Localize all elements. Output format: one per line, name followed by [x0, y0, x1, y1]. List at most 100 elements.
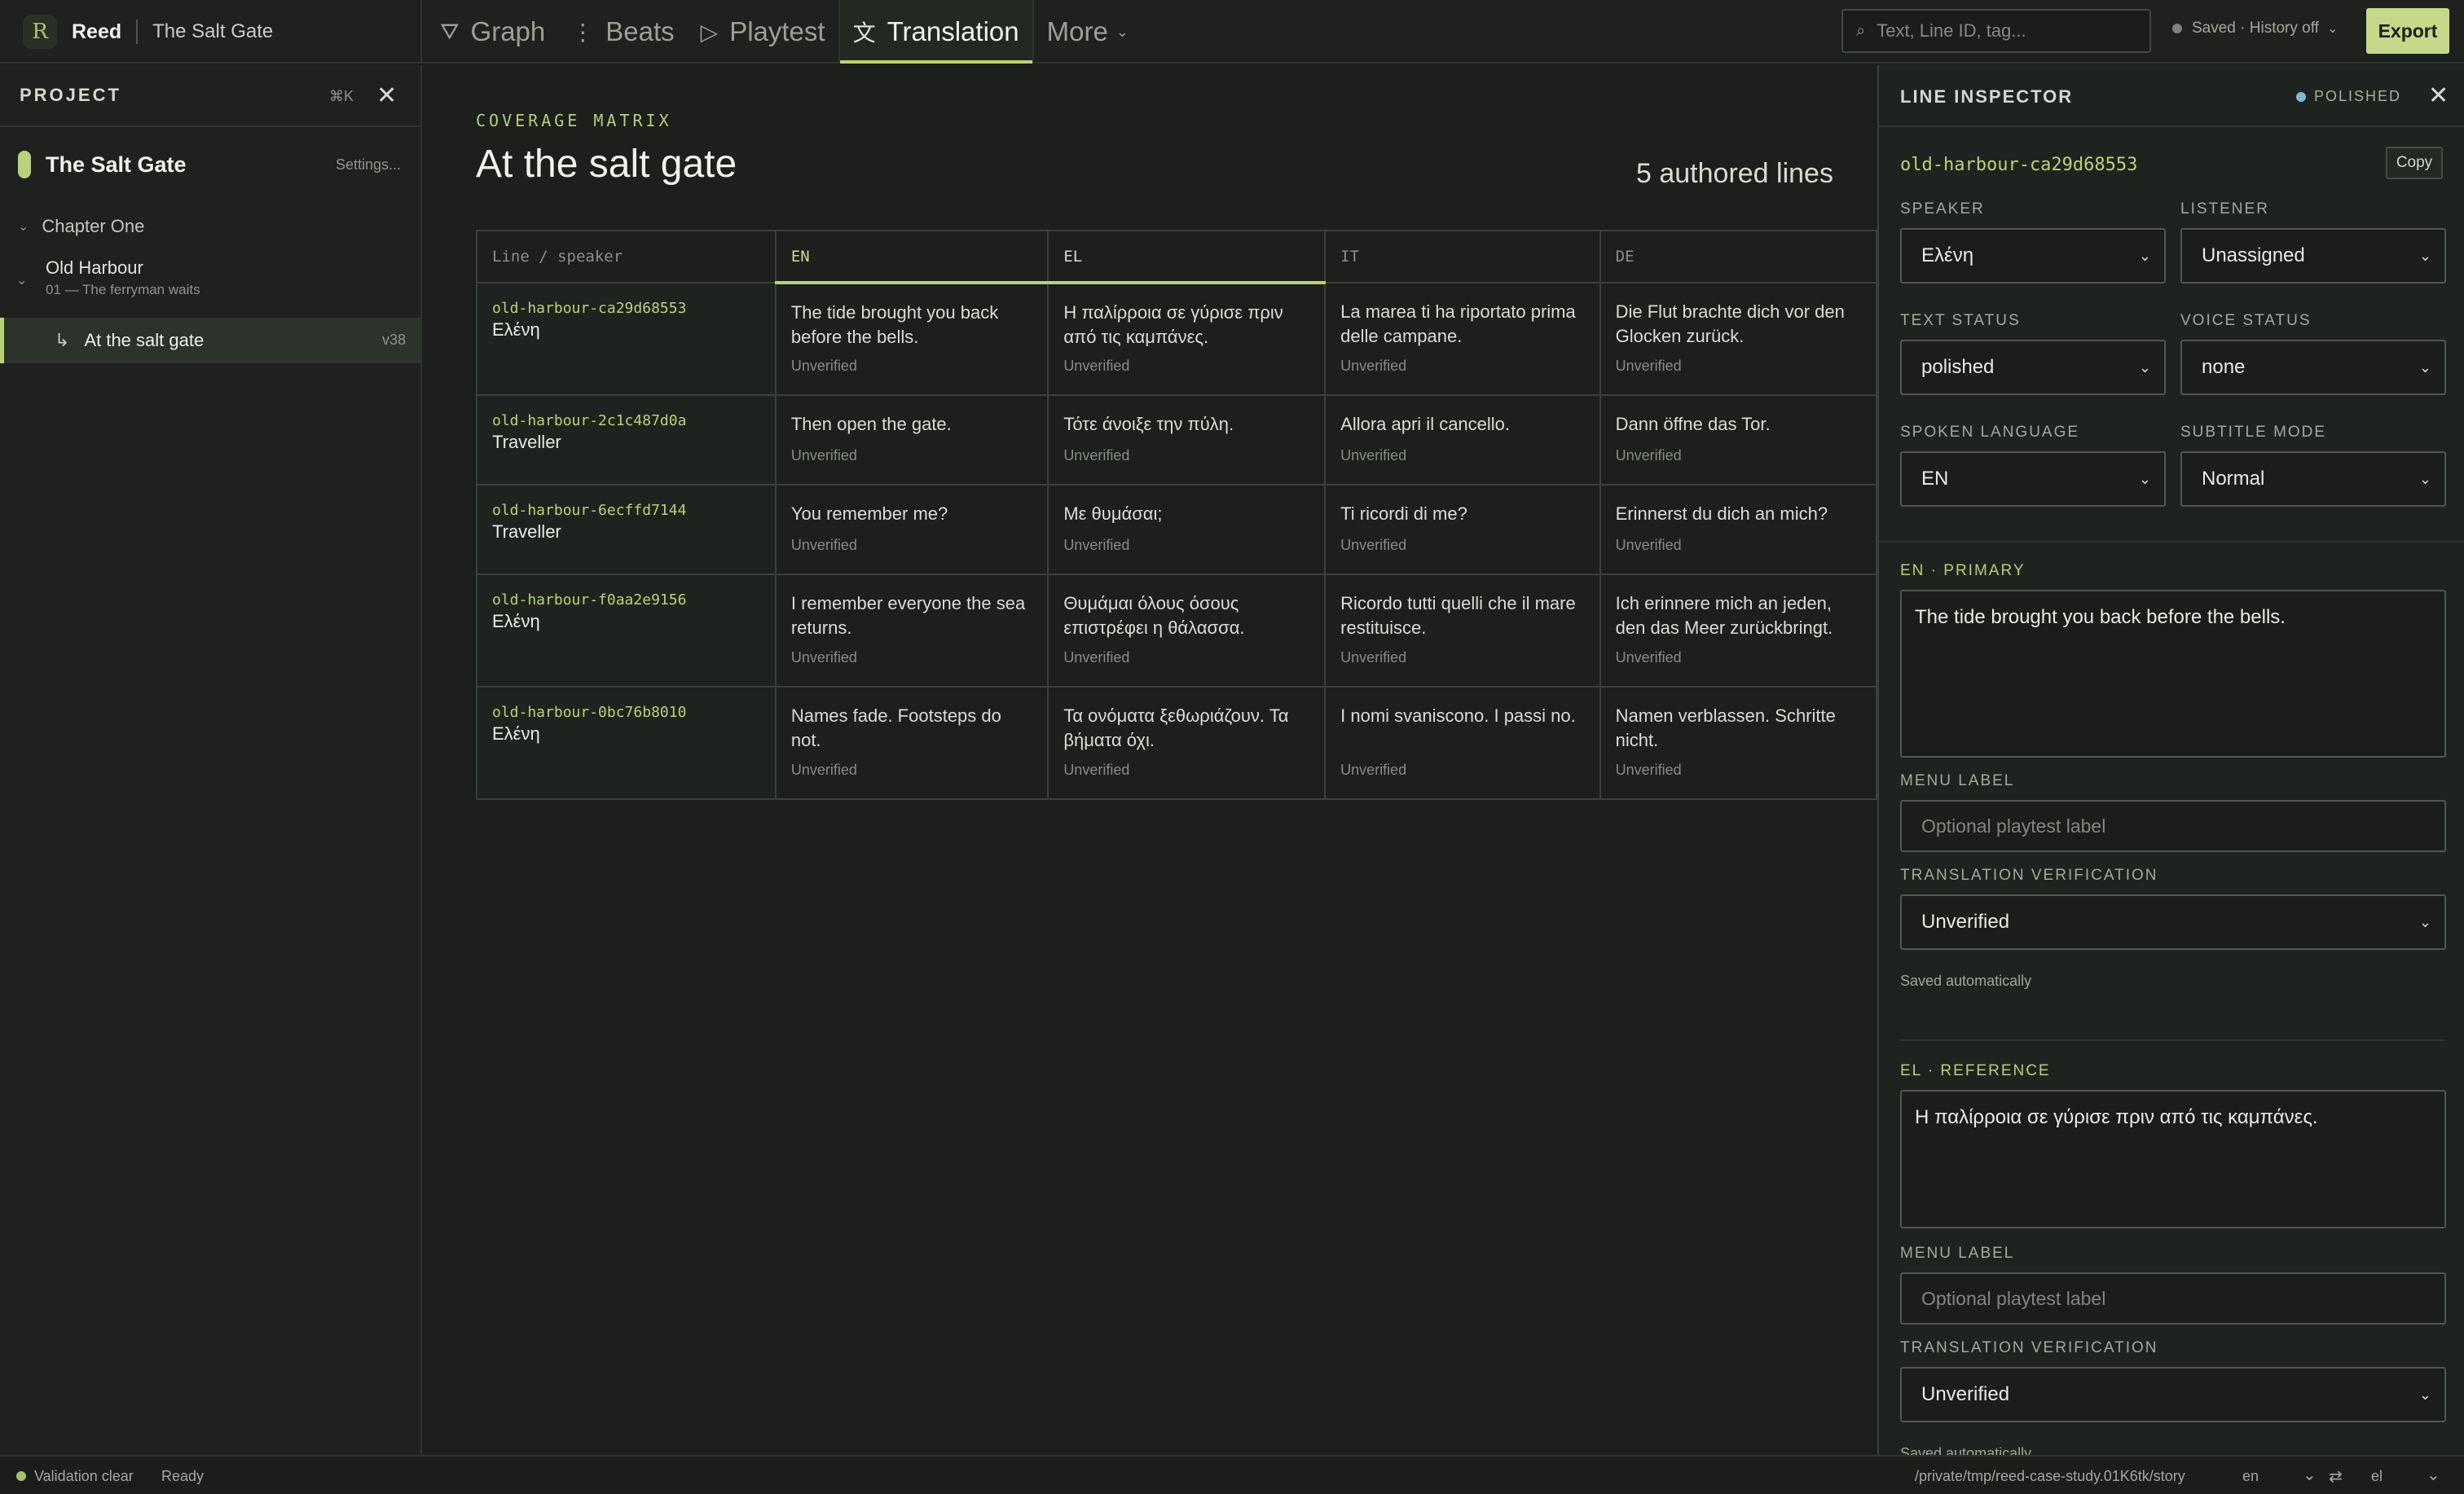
line-cell[interactable]: old-harbour-ca29d68553 Ελένη [476, 282, 777, 396]
close-icon[interactable]: ✕ [2428, 81, 2449, 110]
column-header-en[interactable]: EN [774, 230, 1049, 284]
primary-text-area[interactable]: The tide brought you back before the bel… [1900, 590, 2446, 758]
line-cell[interactable]: old-harbour-6ecffd7144 Traveller [476, 484, 777, 575]
column-header-el[interactable]: EL [1047, 230, 1327, 284]
cell-text: I nomi svaniscono. I passi no. [1340, 705, 1576, 726]
ref-verification-select[interactable]: Unverified ⌄ [1900, 1367, 2446, 1422]
translation-cell-en[interactable]: Then open the gate. Unverified [774, 394, 1049, 486]
beat-version: v38 [382, 332, 407, 348]
spoken-language-select[interactable]: EN ⌄ [1900, 451, 2166, 507]
table-row[interactable]: old-harbour-ca29d68553 Ελένη The tide bro… [476, 282, 1877, 396]
translation-cell-el[interactable]: Θυμάμαι όλους όσους επιστρέφει η θάλασσα… [1047, 573, 1327, 688]
section-item[interactable]: ⌄ Old Harbour 01 — The ferryman waits [0, 251, 420, 318]
chevron-down-icon: ⌄ [2326, 22, 2339, 36]
source-language[interactable]: en [2242, 1468, 2259, 1485]
graph-icon: ⛛ [440, 18, 460, 44]
cell-text: Ricordo tutti quelli che il mare restitu… [1340, 593, 1576, 638]
translation-cell-it[interactable]: La marea ti ha riportato prima delle cam… [1324, 282, 1601, 396]
verification-status: Unverified [1615, 358, 1682, 374]
column-header-de[interactable]: DE [1599, 230, 1877, 283]
swap-icon[interactable]: ⇄ [2329, 1466, 2343, 1487]
translation-cell-el[interactable]: Η παλίρροια σε γύρισε πριν από τις καμπά… [1047, 282, 1327, 396]
translation-cell-it[interactable]: I nomi svaniscono. I passi no. Unverified [1324, 686, 1601, 800]
ref-menu-label-input[interactable]: Optional playtest label [1900, 1272, 2446, 1325]
voice-status-select[interactable]: none ⌄ [2180, 340, 2446, 395]
save-status[interactable]: Saved · History off ⌄ [2172, 20, 2338, 37]
translation-cell-el[interactable]: Τα ονόματα ξεθωριάζουν. Τα βήματα όχι. Un… [1047, 686, 1327, 800]
column-header-it[interactable]: IT [1324, 230, 1601, 283]
translation-cell-de[interactable]: Dann öffne das Tor. Unverified [1599, 394, 1877, 486]
export-button[interactable]: Export [2366, 8, 2449, 54]
settings-link[interactable]: Settings... [336, 156, 401, 174]
text-status-value: polished [1921, 356, 1995, 378]
tab-playtest[interactable]: ▷ Playtest [688, 0, 838, 64]
tab-translation[interactable]: 文 Translation [838, 0, 1034, 64]
table-row[interactable]: old-harbour-2c1c487d0a Traveller Then ope… [476, 394, 1877, 486]
search-input[interactable]: ⌕ Text, Line ID, tag... [1841, 9, 2151, 53]
coverage-matrix-panel: COVERAGE MATRIX At the salt gate 5 autho… [424, 65, 1877, 1455]
line-cell[interactable]: old-harbour-0bc76b8010 Ελένη [476, 686, 777, 800]
translation-cell-en[interactable]: The tide brought you back before the bel… [774, 282, 1049, 396]
save-status-dot-icon [2172, 24, 2182, 33]
speaker-name: Ελένη [492, 611, 540, 631]
cell-text: Με θυμάσαι; [1063, 503, 1163, 524]
subtitle-mode-select[interactable]: Normal ⌄ [2180, 451, 2446, 507]
project-row[interactable]: The Salt Gate Settings... [0, 127, 420, 202]
verification-status: Unverified [1063, 537, 1130, 553]
table-row[interactable]: old-harbour-0bc76b8010 Ελένη Names fade. … [476, 686, 1877, 800]
search-placeholder: Text, Line ID, tag... [1877, 20, 2026, 41]
translation-cell-el[interactable]: Με θυμάσαι; Unverified [1047, 484, 1327, 575]
translation-cell-en[interactable]: Names fade. Footsteps do not. Unverified [774, 686, 1049, 800]
line-id: old-harbour-2c1c487d0a [492, 412, 687, 429]
translation-cell-de[interactable]: Ich erinnere mich an jeden, den das Meer… [1599, 573, 1877, 688]
saved-note: Saved automatically [1900, 973, 2032, 989]
chevron-down-icon[interactable]: ⌄ [2427, 1465, 2440, 1485]
table-row[interactable]: old-harbour-f0aa2e9156 Ελένη I remember e… [476, 573, 1877, 688]
chevron-down-icon[interactable]: ⌄ [2303, 1465, 2317, 1485]
cell-text: Η παλίρροια σε γύρισε πριν από τις καμπά… [1063, 302, 1283, 347]
line-cell[interactable]: old-harbour-2c1c487d0a Traveller [476, 394, 777, 486]
cell-text: Allora apri il cancello. [1340, 414, 1511, 434]
line-count: 5 authored lines [1636, 158, 1833, 189]
target-language[interactable]: el [2371, 1468, 2383, 1485]
tab-more[interactable]: More ⌄ [1034, 0, 1142, 64]
cell-text: Ich erinnere mich an jeden, den das Meer… [1615, 593, 1833, 638]
chevron-down-icon: ⌄ [18, 220, 29, 234]
line-cell[interactable]: old-harbour-f0aa2e9156 Ελένη [476, 573, 777, 688]
project-title[interactable]: The Salt Gate [152, 20, 273, 43]
verification-select[interactable]: Unverified ⌄ [1900, 894, 2446, 950]
translation-cell-en[interactable]: I remember everyone the sea returns. Unve… [774, 573, 1049, 688]
tab-label: Translation [887, 16, 1019, 46]
command-shortcut: ⌘K [329, 88, 354, 104]
speaker-select[interactable]: Ελένη ⌄ [1900, 228, 2166, 283]
validation-status[interactable]: Validation clear [34, 1468, 134, 1485]
reed-logo-icon[interactable]: R [23, 15, 57, 49]
translation-cell-en[interactable]: You remember me? Unverified [774, 484, 1049, 575]
translation-cell-it[interactable]: Allora apri il cancello. Unverified [1324, 394, 1601, 486]
reference-language-label: EL · REFERENCE [1900, 1062, 2051, 1079]
text-status-label: TEXT STATUS [1900, 312, 2021, 329]
text-status-select[interactable]: polished ⌄ [1900, 340, 2166, 395]
translation-cell-it[interactable]: Ti ricordi di me? Unverified [1324, 484, 1601, 575]
verification-status: Unverified [790, 762, 857, 778]
translation-cell-de[interactable]: Die Flut brachte dich vor den Glocken zu… [1599, 282, 1877, 396]
beats-icon: ⋮ [571, 19, 595, 45]
translation-cell-it[interactable]: Ricordo tutti quelli che il mare restitu… [1324, 573, 1601, 688]
cell-text: Dann öffne das Tor. [1615, 414, 1771, 434]
menu-label-input[interactable]: Optional playtest label [1900, 800, 2446, 852]
beat-item-selected[interactable]: ↳ At the salt gate v38 [0, 318, 420, 363]
table-row[interactable]: old-harbour-6ecffd7144 Traveller You reme… [476, 484, 1877, 575]
tab-beats[interactable]: ⋮ Beats [558, 0, 687, 64]
translation-cell-el[interactable]: Τότε άνοιξε την πύλη. Unverified [1047, 394, 1327, 486]
column-header-line: Line / speaker [476, 230, 777, 283]
reference-text-area[interactable]: Η παλίρροια σε γύρισε πριν από τις καμπά… [1900, 1090, 2446, 1228]
copy-button[interactable]: Copy [2386, 147, 2443, 179]
translation-cell-de[interactable]: Erinnerst du dich an mich? Unverified [1599, 484, 1877, 575]
verification-status: Unverified [1615, 447, 1682, 464]
chapter-item[interactable]: ⌄ Chapter One [0, 202, 420, 251]
save-status-text: Saved · History off [2192, 20, 2319, 37]
tab-graph[interactable]: ⛛ Graph [427, 0, 558, 64]
listener-select[interactable]: Unassigned ⌄ [2180, 228, 2446, 283]
close-icon[interactable]: ✕ [376, 81, 397, 110]
translation-cell-de[interactable]: Namen verblassen. Schritte nicht. Unverif… [1599, 686, 1877, 800]
